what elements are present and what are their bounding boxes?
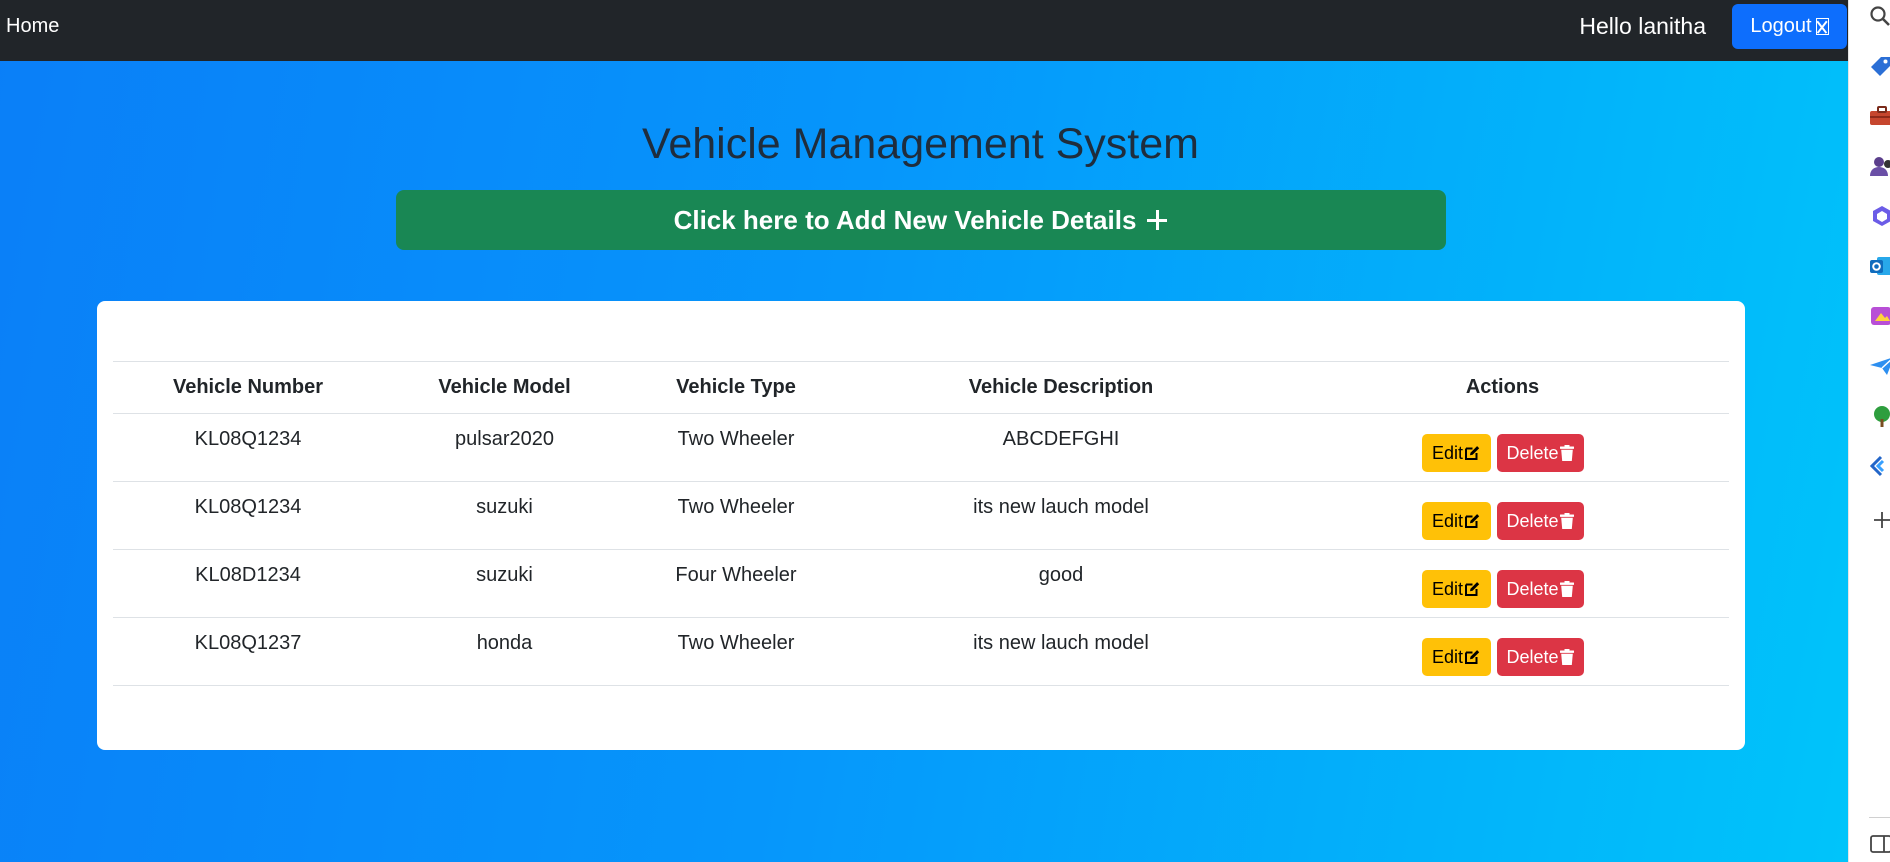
page-title: Vehicle Management System	[642, 120, 1199, 168]
people-icon[interactable]	[1869, 155, 1890, 177]
delete-button[interactable]: Delete	[1496, 502, 1584, 540]
delete-button[interactable]: Delete	[1496, 638, 1584, 676]
top-navbar: Home Hello lanitha Logout	[0, 0, 1848, 61]
vehicle-table: Vehicle Number Vehicle Model Vehicle Typ…	[113, 361, 1729, 686]
logout-icon	[1815, 18, 1829, 35]
header-vehicle-type: Vehicle Type	[626, 361, 846, 414]
header-vehicle-description: Vehicle Description	[846, 361, 1276, 414]
edit-icon	[1465, 582, 1480, 596]
table-row: KL08Q1234 pulsar2020 Two Wheeler ABCDEFG…	[113, 413, 1729, 482]
tree-icon[interactable]	[1869, 405, 1890, 427]
header-actions: Actions	[1276, 361, 1729, 414]
trash-icon	[1559, 581, 1574, 597]
tag-icon[interactable]	[1869, 55, 1890, 77]
briefcase-icon[interactable]	[1869, 105, 1890, 127]
trash-icon	[1559, 649, 1574, 665]
add-vehicle-button[interactable]: Click here to Add New Vehicle Details	[396, 190, 1446, 250]
search-icon[interactable]	[1869, 5, 1890, 27]
cell-actions: Edit Delete	[1276, 549, 1729, 618]
vehicle-card: Vehicle Number Vehicle Model Vehicle Typ…	[97, 301, 1745, 750]
table-body: KL08Q1234 pulsar2020 Two Wheeler ABCDEFG…	[113, 413, 1729, 686]
designer-icon[interactable]	[1869, 305, 1890, 327]
browser-side-rail	[1848, 0, 1890, 862]
row-actions: Edit Delete	[1276, 570, 1729, 608]
edit-button[interactable]: Edit	[1421, 502, 1491, 540]
delete-button[interactable]: Delete	[1496, 570, 1584, 608]
cell-vehicle-number: KL08Q1234	[113, 413, 383, 482]
cell-vehicle-type: Two Wheeler	[626, 413, 846, 482]
outlook-icon[interactable]	[1869, 255, 1890, 277]
cell-vehicle-type: Four Wheeler	[626, 549, 846, 618]
cell-actions: Edit Delete	[1276, 617, 1729, 686]
app-viewport: Home Hello lanitha Logout Vehicle Manage…	[0, 0, 1848, 862]
edit-button[interactable]: Edit	[1421, 638, 1491, 676]
cell-vehicle-description: ABCDEFGHI	[846, 413, 1276, 482]
cell-vehicle-model: honda	[383, 617, 626, 686]
edit-icon	[1465, 446, 1480, 460]
header-vehicle-model: Vehicle Model	[383, 361, 626, 414]
cell-vehicle-type: Two Wheeler	[626, 617, 846, 686]
nav-home-link[interactable]: Home	[6, 15, 59, 38]
edit-label: Edit	[1431, 646, 1464, 667]
user-greeting: Hello lanitha	[1579, 13, 1706, 39]
edit-button[interactable]: Edit	[1421, 570, 1491, 608]
plus-icon[interactable]	[1869, 509, 1890, 531]
header-vehicle-number: Vehicle Number	[113, 361, 383, 414]
plus-icon	[1146, 209, 1168, 231]
cell-vehicle-number: KL08D1234	[113, 549, 383, 618]
edit-icon	[1465, 514, 1480, 528]
cell-actions: Edit Delete	[1276, 481, 1729, 550]
cell-vehicle-description: good	[846, 549, 1276, 618]
row-actions: Edit Delete	[1276, 502, 1729, 540]
edit-label: Edit	[1431, 578, 1464, 599]
table-header: Vehicle Number Vehicle Model Vehicle Typ…	[113, 361, 1729, 414]
cell-vehicle-description: its new lauch model	[846, 481, 1276, 550]
table-row: KL08Q1237 honda Two Wheeler its new lauc…	[113, 617, 1729, 686]
edit-button[interactable]: Edit	[1421, 434, 1491, 472]
delete-label: Delete	[1506, 442, 1559, 463]
delete-label: Delete	[1506, 510, 1559, 531]
delete-label: Delete	[1506, 578, 1559, 599]
logout-label: Logout	[1750, 15, 1812, 37]
row-actions: Edit Delete	[1276, 434, 1729, 472]
sidebar-toggle-icon[interactable]	[1869, 833, 1890, 855]
cell-actions: Edit Delete	[1276, 413, 1729, 482]
edit-label: Edit	[1431, 510, 1464, 531]
send-icon[interactable]	[1869, 355, 1890, 377]
header-row: Vehicle Number Vehicle Model Vehicle Typ…	[113, 361, 1729, 414]
copilot-icon[interactable]	[1869, 205, 1890, 227]
trash-icon	[1559, 513, 1574, 529]
add-vehicle-label: Click here to Add New Vehicle Details	[673, 204, 1137, 235]
cell-vehicle-type: Two Wheeler	[626, 481, 846, 550]
cell-vehicle-model: pulsar2020	[383, 413, 626, 482]
delete-button[interactable]: Delete	[1496, 434, 1584, 472]
row-actions: Edit Delete	[1276, 638, 1729, 676]
logout-button[interactable]: Logout	[1732, 4, 1847, 49]
cell-vehicle-number: KL08Q1234	[113, 481, 383, 550]
trash-icon	[1559, 445, 1574, 461]
edit-label: Edit	[1431, 442, 1464, 463]
cell-vehicle-model: suzuki	[383, 481, 626, 550]
cell-vehicle-model: suzuki	[383, 549, 626, 618]
delete-label: Delete	[1506, 646, 1559, 667]
edit-icon	[1465, 650, 1480, 664]
table-row: KL08Q1234 suzuki Two Wheeler its new lau…	[113, 481, 1729, 550]
table-row: KL08D1234 suzuki Four Wheeler good Edit …	[113, 549, 1729, 618]
app-icon[interactable]	[1869, 455, 1890, 477]
cell-vehicle-description: its new lauch model	[846, 617, 1276, 686]
rail-divider	[1869, 817, 1890, 818]
cell-vehicle-number: KL08Q1237	[113, 617, 383, 686]
